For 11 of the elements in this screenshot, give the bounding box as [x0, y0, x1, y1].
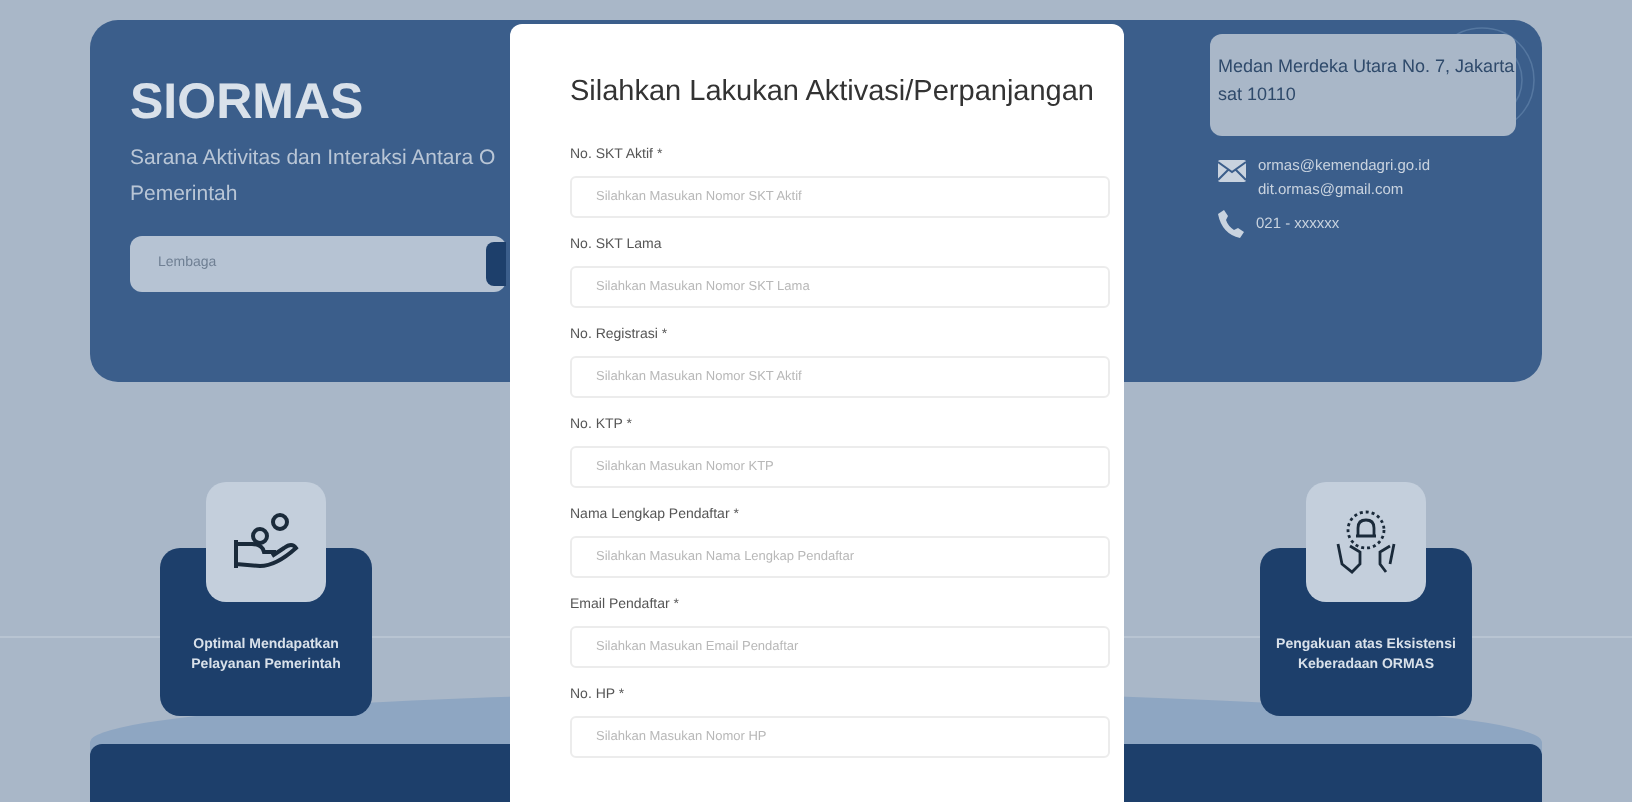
hand-coins-icon	[232, 512, 300, 572]
tagline-text: Sarana Aktivitas dan Interaksi Antara O	[130, 144, 498, 174]
tagline-text: Pemerintah	[130, 180, 240, 210]
search-button[interactable]	[486, 242, 506, 286]
address-text: sat 10110	[1218, 82, 1298, 108]
phone-icon	[1218, 210, 1244, 238]
hands-bell-icon	[1332, 508, 1400, 576]
modal-title: Silahkan Lakukan Aktivasi/Perpanjangan	[570, 74, 1094, 112]
address-text: Medan Merdeka Utara No. 7, Jakarta	[1218, 54, 1516, 80]
mail-icon	[1218, 160, 1246, 182]
site-title: SIORMAS	[130, 72, 366, 132]
